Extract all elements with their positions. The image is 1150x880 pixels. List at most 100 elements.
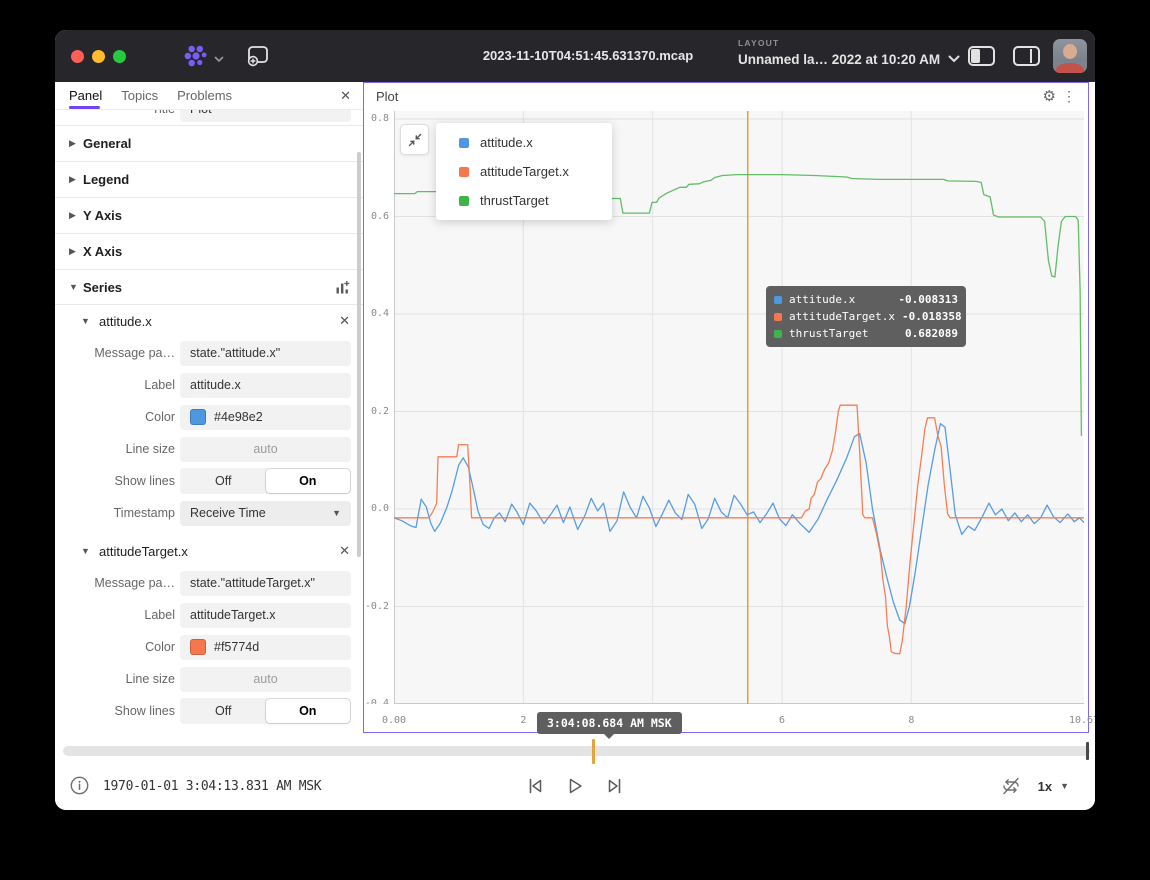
timeline-scrubber[interactable] <box>63 746 1090 756</box>
line-size-input[interactable]: auto <box>180 667 351 692</box>
line-size-row: Line size auto <box>55 663 363 695</box>
layout-selector[interactable]: LAYOUT Unnamed la… 2022 at 10:20 AM <box>738 38 960 68</box>
section-series[interactable]: ▼ Series <box>55 269 363 305</box>
titlebar: 2023-11-10T04:51:45.631370.mcap LAYOUT U… <box>55 30 1095 82</box>
play-icon[interactable] <box>565 776 585 796</box>
legend-collapse-button[interactable] <box>400 124 429 155</box>
show-lines-on-button[interactable]: On <box>266 699 351 723</box>
tooltip-row: thrustTarget 0.682089 <box>774 325 958 342</box>
gear-icon[interactable]: ⚙ <box>1043 87 1056 105</box>
chevron-down-icon: ▼ <box>81 316 95 326</box>
playback-speed[interactable]: 1x <box>1038 779 1052 794</box>
left-sidebar-toggle-icon[interactable] <box>968 46 995 66</box>
sidebar-tabbar: Panel Topics Problems ✕ <box>55 82 363 110</box>
minimize-window-button[interactable] <box>92 50 105 63</box>
chevron-right-icon: ▶ <box>69 246 83 257</box>
series-swatch <box>459 167 469 177</box>
color-input[interactable]: #4e98e2 <box>180 405 351 430</box>
scrubber-time-tooltip: 3:04:08.684 AM MSK <box>537 712 682 734</box>
chevron-right-icon: ▶ <box>69 210 83 221</box>
sidebar-scrollbar[interactable] <box>357 152 361 557</box>
label-input[interactable]: attitudeTarget.x <box>180 603 351 628</box>
section-x-axis[interactable]: ▶ X Axis <box>55 233 363 269</box>
label-row: Label attitude.x <box>55 369 363 401</box>
plot-panel-title: Plot <box>376 89 398 104</box>
seek-backward-icon[interactable] <box>525 776 545 796</box>
app-window: 2023-11-10T04:51:45.631370.mcap LAYOUT U… <box>55 30 1095 810</box>
color-swatch[interactable] <box>190 639 206 655</box>
series-header[interactable]: ▼ attitude.x ✕ <box>55 305 363 337</box>
remove-series-icon[interactable]: ✕ <box>339 543 350 559</box>
desktop-background: 2023-11-10T04:51:45.631370.mcap LAYOUT U… <box>0 0 1150 880</box>
kebab-menu-icon[interactable]: ⋮ <box>1062 88 1076 105</box>
section-legend[interactable]: ▶ Legend <box>55 161 363 197</box>
title-setting-label: Title <box>55 110 175 116</box>
series-header[interactable]: ▼ attitudeTarget.x ✕ <box>55 535 363 567</box>
plot-panel[interactable]: Plot ⚙ ⋮ 0.80.60.40.20.0-0.2-0.4 0.00246… <box>363 82 1089 733</box>
tooltip-row: attitude.x -0.008313 <box>774 291 958 308</box>
tab-panel[interactable]: Panel <box>69 82 102 109</box>
show-lines-off-button[interactable]: Off <box>181 699 266 723</box>
legend-item-attitudeTarget-x[interactable]: attitudeTarget.x <box>436 157 612 186</box>
chevron-down-icon[interactable]: ▼ <box>1060 781 1069 791</box>
color-row: Color #4e98e2 <box>55 401 363 433</box>
series-settings-attitudeTarget-x: ▼ attitudeTarget.x ✕ Message pa… state."… <box>55 535 363 727</box>
panel-settings-sidebar: Panel Topics Problems ✕ Title Plot ▶ Gen… <box>55 82 363 733</box>
close-window-button[interactable] <box>71 50 84 63</box>
maximize-window-button[interactable] <box>113 50 126 63</box>
info-icon[interactable] <box>70 776 89 795</box>
series-swatch <box>459 196 469 206</box>
message-path-input[interactable]: state."attitudeTarget.x" <box>180 571 351 596</box>
chevron-down-icon: ▼ <box>332 508 341 518</box>
data-source-title[interactable]: 2023-11-10T04:51:45.631370.mcap <box>455 30 721 82</box>
playback-bar: 1970-01-01 3:04:13.831 AM MSK <box>55 733 1095 810</box>
label-row: Label attitudeTarget.x <box>55 599 363 631</box>
title-setting-row-clipped: Title Plot <box>55 110 363 125</box>
scrubber-playhead[interactable] <box>592 739 595 764</box>
chevron-down-icon: ▼ <box>81 546 95 556</box>
message-path-input[interactable]: state."attitude.x" <box>180 341 351 366</box>
line-size-input[interactable]: auto <box>180 437 351 462</box>
add-series-icon[interactable] <box>335 280 350 300</box>
tab-problems[interactable]: Problems <box>177 82 232 109</box>
show-lines-row: Show lines Off On <box>55 695 363 727</box>
legend-item-attitude-x[interactable]: attitude.x <box>436 128 612 157</box>
timestamp-select[interactable]: Receive Time ▼ <box>180 501 351 526</box>
collapse-arrows-icon <box>407 132 423 148</box>
section-y-axis[interactable]: ▶ Y Axis <box>55 197 363 233</box>
app-menu-chevron-icon[interactable] <box>214 50 224 68</box>
y-axis-labels: 0.80.60.40.20.0-0.2-0.4 <box>366 111 389 704</box>
tab-topics[interactable]: Topics <box>121 82 158 109</box>
add-panel-icon[interactable] <box>245 44 271 73</box>
series-settings-attitude-x: ▼ attitude.x ✕ Message pa… state."attitu… <box>55 305 363 529</box>
legend-item-thrustTarget[interactable]: thrustTarget <box>436 186 612 215</box>
show-lines-row: Show lines Off On <box>55 465 363 497</box>
layout-label: LAYOUT <box>738 38 960 48</box>
show-lines-on-button[interactable]: On <box>266 469 351 493</box>
x-axis-labels: 0.00246810.67 <box>394 715 1084 729</box>
current-timestamp: 1970-01-01 3:04:13.831 AM MSK <box>103 762 321 810</box>
series-swatch <box>459 138 469 148</box>
right-sidebar-toggle-icon[interactable] <box>1013 46 1040 66</box>
timestamp-row: Timestamp Receive Time ▼ <box>55 497 363 529</box>
line-size-row: Line size auto <box>55 433 363 465</box>
loop-off-icon[interactable] <box>1000 776 1022 796</box>
show-lines-toggle: Off On <box>180 468 351 494</box>
scrubber-end-marker <box>1086 742 1089 760</box>
main-area: Panel Topics Problems ✕ Title Plot ▶ Gen… <box>55 82 1095 733</box>
sidebar-close-icon[interactable]: ✕ <box>340 88 351 104</box>
section-general[interactable]: ▶ General <box>55 125 363 161</box>
color-input[interactable]: #f5774d <box>180 635 351 660</box>
seek-forward-icon[interactable] <box>605 776 625 796</box>
color-swatch[interactable] <box>190 409 206 425</box>
message-path-row: Message pa… state."attitude.x" <box>55 337 363 369</box>
plot-legend: attitude.x attitudeTarget.x thrustTarget <box>436 123 612 220</box>
title-setting-input[interactable]: Plot <box>180 110 351 122</box>
chart-hover-tooltip: attitude.x -0.008313 attitudeTarget.x -0… <box>766 286 966 347</box>
show-lines-off-button[interactable]: Off <box>181 469 266 493</box>
show-lines-toggle: Off On <box>180 698 351 724</box>
remove-series-icon[interactable]: ✕ <box>339 313 350 329</box>
user-avatar[interactable] <box>1053 39 1087 73</box>
foxglove-logo-icon[interactable] <box>183 43 209 74</box>
label-input[interactable]: attitude.x <box>180 373 351 398</box>
